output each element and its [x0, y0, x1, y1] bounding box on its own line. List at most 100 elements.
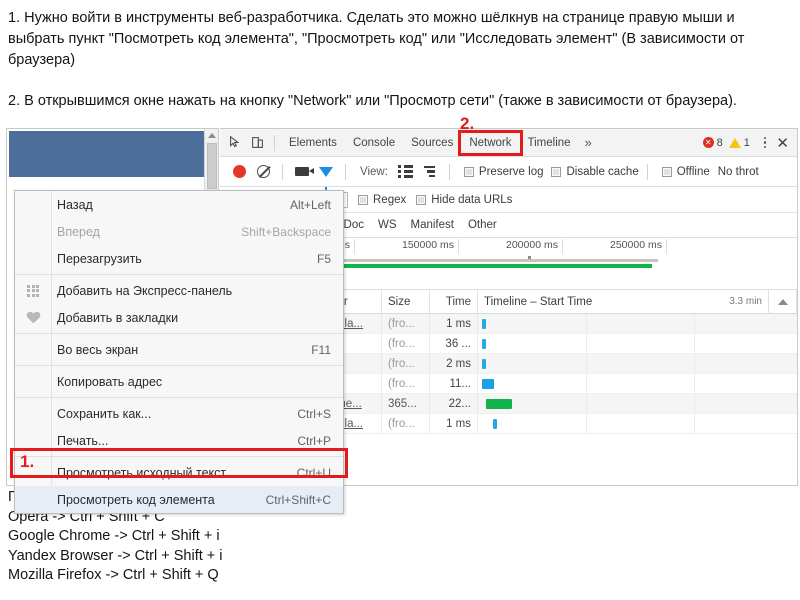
menu-item-fullscreen[interactable]: Во весь экран F11: [15, 336, 343, 363]
timeline-total-duration: 3.3 min: [729, 295, 762, 307]
more-options-icon[interactable]: [756, 136, 775, 149]
filter-type-doc[interactable]: Doc: [344, 219, 364, 231]
filter-button[interactable]: [315, 162, 337, 191]
capture-screenshots-button[interactable]: [291, 162, 314, 182]
cell-waterfall: [478, 333, 797, 354]
devtools-tabbar: Elements Console Sources Network Timelin…: [220, 129, 797, 157]
menu-item-add-to-speed-dial[interactable]: Добавить на Экспресс-панель: [15, 277, 343, 304]
scrollbar-thumb[interactable]: [207, 143, 217, 189]
camera-icon: [295, 167, 314, 176]
toolbar-divider: [274, 134, 275, 151]
overview-tick: 250000 ms: [610, 239, 667, 254]
column-header-size[interactable]: Size: [382, 289, 430, 314]
tab-network[interactable]: Network: [458, 129, 523, 156]
tab-timeline[interactable]: Timeline: [520, 133, 579, 153]
cell-time: 36 ...: [430, 333, 478, 354]
menu-item-inspect-element[interactable]: Просмотреть код элемента Ctrl+Shift+C: [15, 486, 343, 513]
menu-separator: [15, 333, 343, 334]
checkbox-icon: [416, 194, 427, 205]
browser-context-menu: Назад Alt+Left Вперед Shift+Backspace Пе…: [14, 190, 344, 514]
column-header-timeline[interactable]: Timeline – Start Time 3.3 min: [478, 289, 769, 314]
menu-item-save-as[interactable]: Сохранить как... Ctrl+S: [15, 400, 343, 427]
menu-item-reload[interactable]: Перезагрузить F5: [15, 245, 343, 272]
toolbar2-divider-2: [345, 163, 346, 180]
toolbar2-divider-4: [646, 163, 648, 180]
menu-item-accelerator: Ctrl+U: [296, 465, 331, 480]
network-toolbar: View: Preserve log Disable cache Offline: [220, 157, 797, 191]
filter-type-ws[interactable]: WS: [378, 219, 397, 231]
menu-item-copy-address[interactable]: Копировать адрес: [15, 368, 343, 395]
error-badge[interactable]: ✕ 8: [702, 137, 723, 149]
tab-elements[interactable]: Elements: [281, 133, 345, 153]
menu-item-label: Добавить на Экспресс-панель: [57, 283, 233, 298]
menu-item-view-source[interactable]: Просмотреть исходный текст Ctrl+U: [15, 459, 343, 486]
page-content-block: [9, 131, 205, 177]
error-icon: ✕: [702, 137, 714, 148]
clear-button[interactable]: [252, 162, 274, 182]
waterfall-bar: [493, 418, 497, 429]
menu-separator: [15, 397, 343, 398]
preserve-log-checkbox[interactable]: Preserve log: [463, 165, 544, 178]
filter-type-other[interactable]: Other: [468, 219, 497, 231]
inspect-element-icon[interactable]: [224, 133, 246, 153]
device-toolbar-icon[interactable]: [246, 133, 268, 153]
menu-item-label: Сохранить как...: [57, 406, 152, 421]
waterfall-bar: [482, 338, 486, 349]
cell-size: (fro...: [382, 373, 430, 394]
menu-item-accelerator: F5: [316, 251, 331, 266]
menu-item-forward[interactable]: Вперед Shift+Backspace: [15, 218, 343, 245]
offline-label: Offline: [676, 165, 710, 178]
tab-sources[interactable]: Sources: [403, 133, 461, 153]
view-label: View:: [360, 165, 388, 178]
menu-item-back[interactable]: Назад Alt+Left: [15, 191, 343, 218]
warning-badge[interactable]: 1: [728, 137, 750, 149]
waterfall-view-button[interactable]: [419, 162, 441, 182]
cell-time: 2 ms: [430, 353, 478, 374]
menu-item-accelerator: Shift+Backspace: [241, 224, 331, 239]
offline-checkbox[interactable]: Offline: [661, 165, 710, 178]
menu-item-label: Добавить в закладки: [57, 310, 179, 325]
close-devtools-icon[interactable]: ✕: [774, 134, 797, 152]
tab-console[interactable]: Console: [345, 133, 403, 153]
cell-waterfall: [478, 313, 797, 334]
record-button[interactable]: [228, 162, 250, 182]
preserve-log-label: Preserve log: [478, 165, 544, 178]
instructions-block: 1. Нужно войти в инструменты веб-разрабо…: [0, 0, 800, 112]
waterfall-bar: [482, 378, 494, 389]
record-icon: [232, 165, 246, 178]
menu-item-accelerator: Alt+Left: [289, 197, 331, 212]
hotkey-line-yandex: Yandex Browser -> Ctrl + Shift + i: [8, 547, 223, 564]
overview-tick: 200000 ms: [506, 239, 563, 254]
throttling-select[interactable]: No throt: [718, 166, 759, 178]
hide-data-urls-checkbox[interactable]: Hide data URLs: [416, 194, 512, 206]
cell-waterfall: [478, 373, 797, 394]
checkbox-icon: [463, 166, 474, 177]
list-view-button[interactable]: [395, 162, 417, 182]
menu-item-print[interactable]: Печать... Ctrl+P: [15, 427, 343, 454]
cell-size: (fro...: [382, 413, 430, 434]
filter-type-manifest[interactable]: Manifest: [411, 219, 454, 231]
regex-label: Regex: [373, 193, 407, 206]
waterfall-bar: [486, 398, 512, 409]
column-header-time[interactable]: Time: [430, 289, 478, 314]
timeline-sort-button[interactable]: [769, 289, 797, 314]
menu-item-label: Копировать адрес: [57, 374, 163, 389]
list-view-icon: [398, 165, 414, 178]
more-tabs-icon[interactable]: »: [579, 135, 598, 150]
toolbar2-divider-1: [282, 163, 283, 180]
menu-item-label: Печать...: [57, 433, 109, 448]
cell-size: (fro...: [382, 333, 430, 354]
cell-time: 22...: [430, 393, 478, 414]
overview-marker: [528, 256, 531, 259]
regex-checkbox[interactable]: Regex: [358, 194, 406, 206]
menu-item-accelerator: Ctrl+P: [297, 433, 331, 448]
checkbox-icon: [358, 194, 368, 205]
column-header-timeline-label: Timeline – Start Time: [484, 295, 593, 308]
cell-size: 365...: [382, 393, 430, 414]
menu-item-add-to-bookmarks[interactable]: Добавить в закладки: [15, 304, 343, 331]
scroll-up-arrow-icon[interactable]: [208, 133, 216, 138]
disable-cache-label: Disable cache: [566, 165, 639, 178]
disable-cache-checkbox[interactable]: Disable cache: [551, 165, 639, 178]
cell-time: 11...: [430, 373, 478, 394]
